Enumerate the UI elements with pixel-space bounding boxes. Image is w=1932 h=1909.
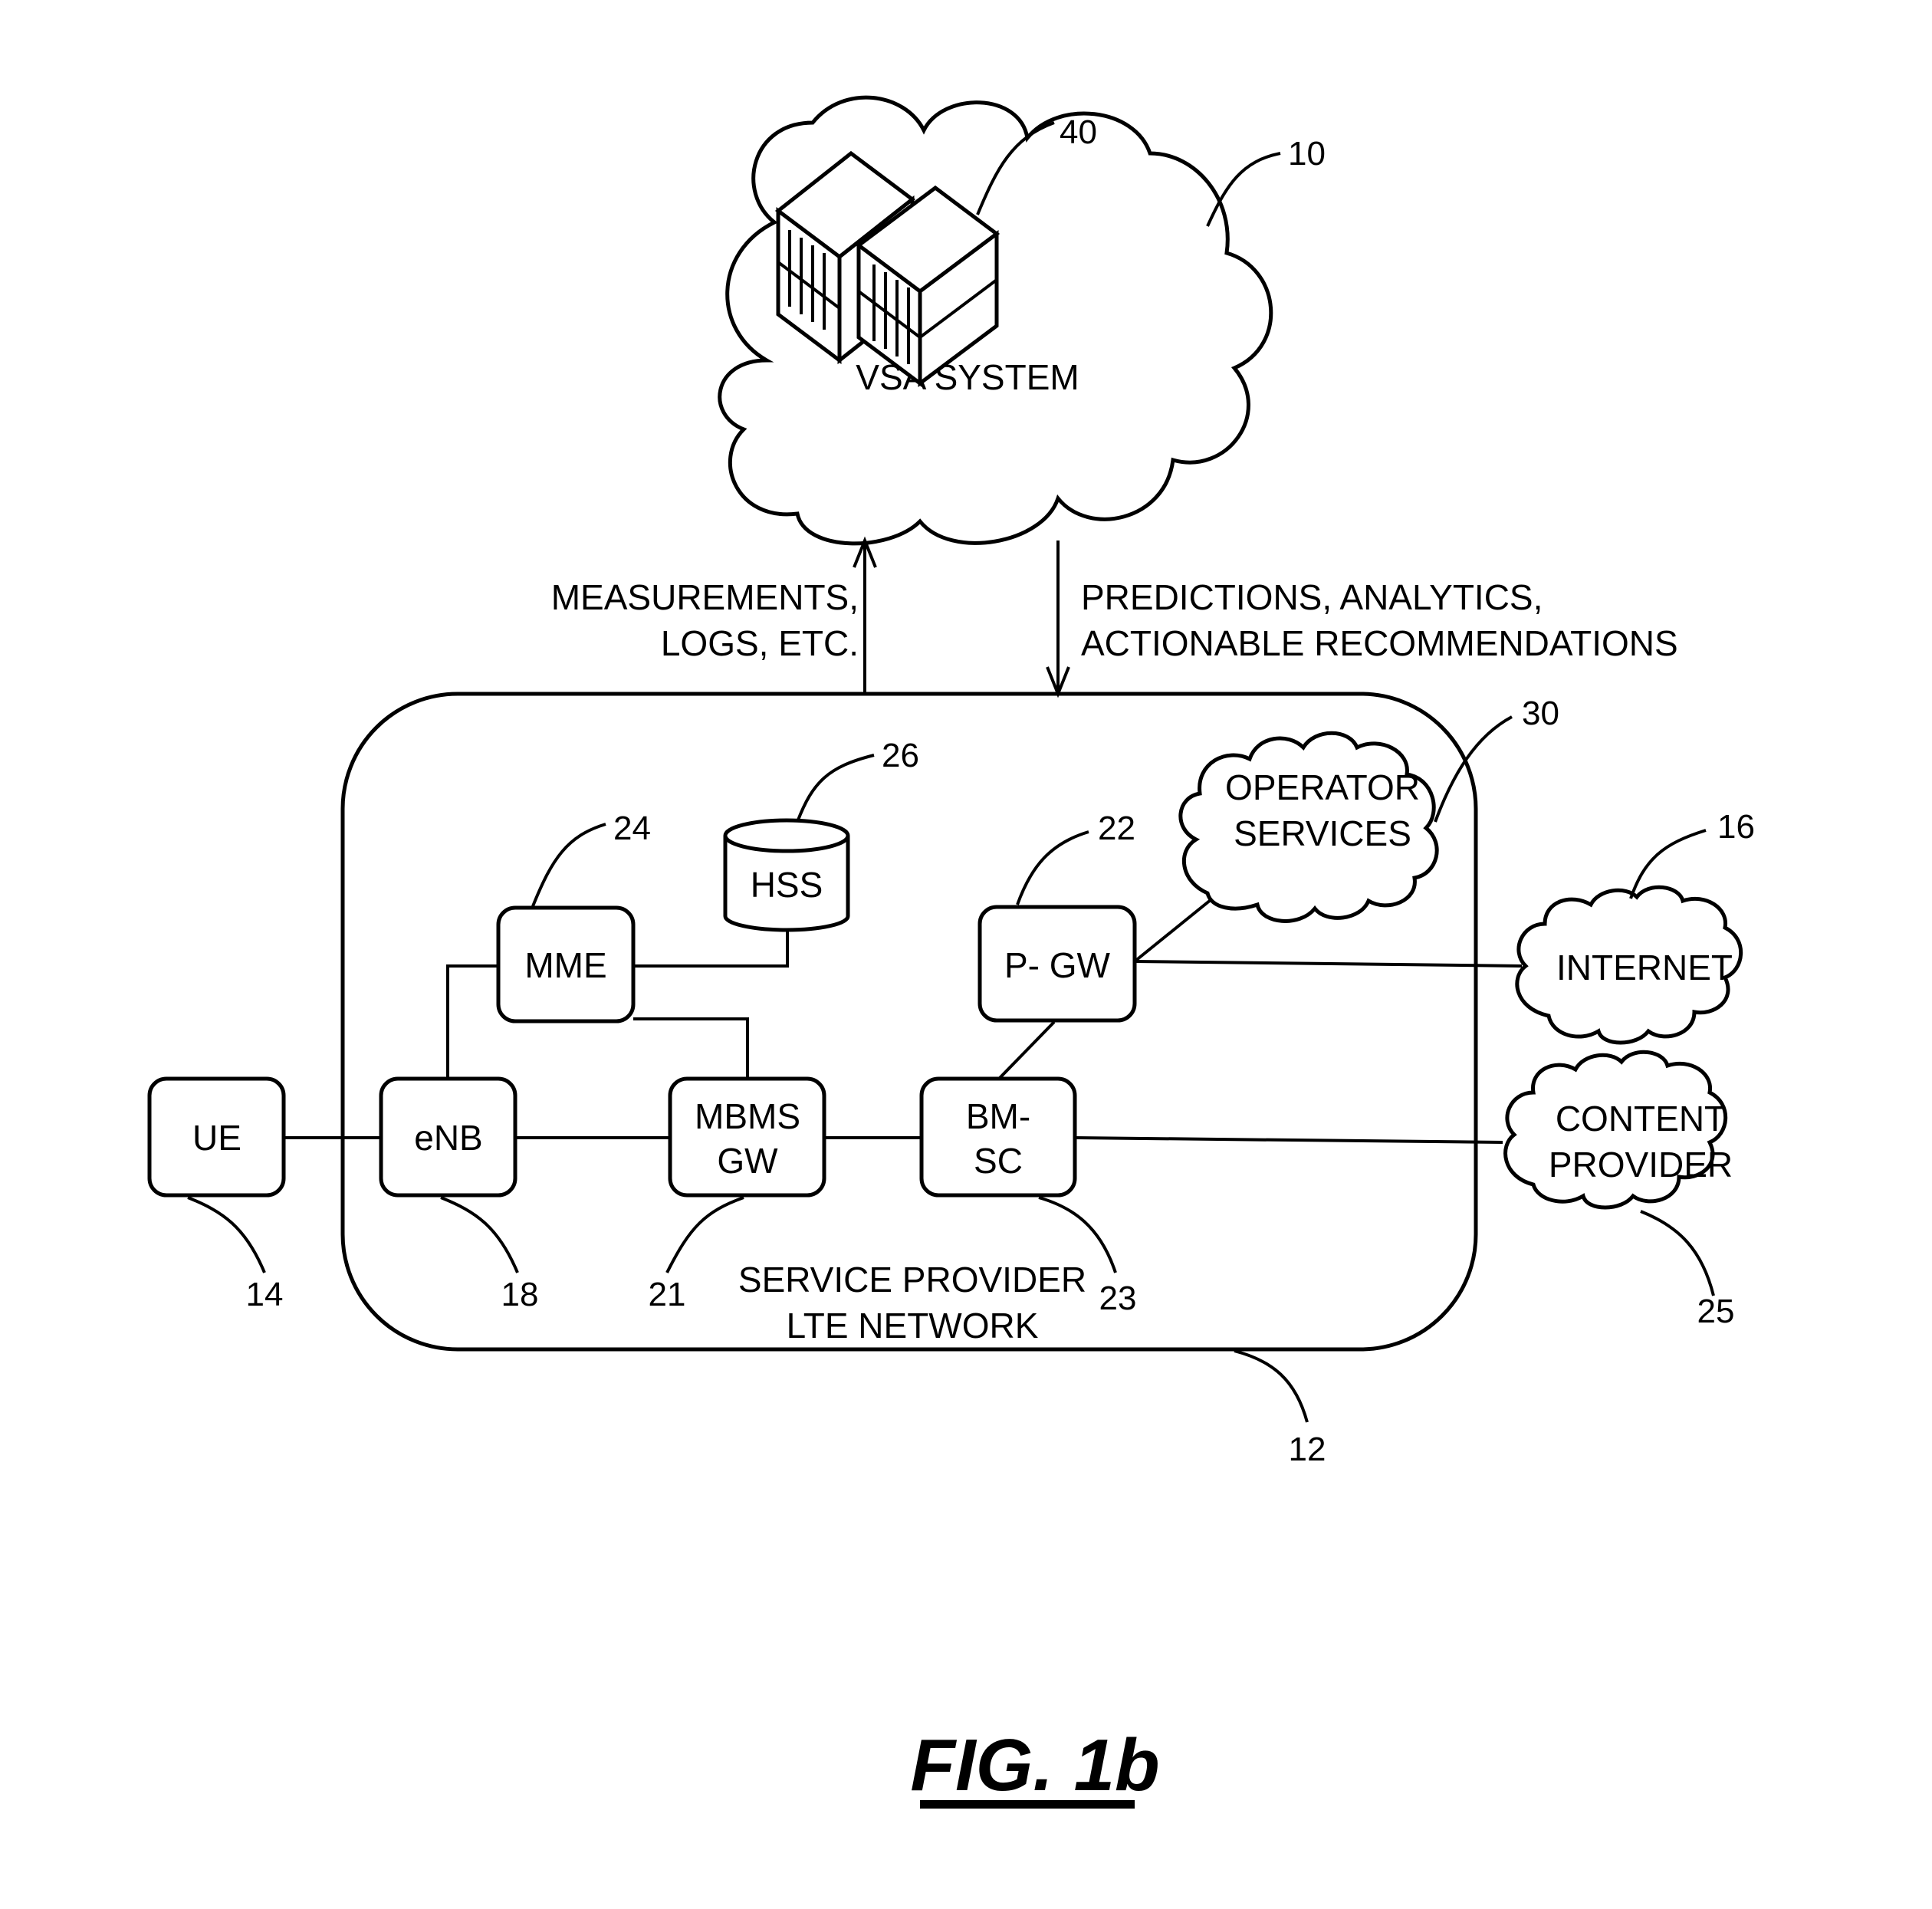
operator-services-cloud[interactable]: OPERATOR SERVICES — [1178, 731, 1439, 923]
bm-sc-node[interactable]: BM- SC — [919, 1076, 1077, 1198]
network-label-1: SERVICE PROVIDER — [738, 1260, 1086, 1300]
hss-label: HSS — [751, 865, 823, 905]
ref-10: 10 — [1288, 135, 1326, 172]
ref-22: 22 — [1098, 810, 1135, 847]
mbms-label-2: GW — [717, 1141, 778, 1181]
diagram-canvas: VSA SYSTEM 40 10 MEASUREMENTS, LOGS, ETC… — [147, 95, 1755, 1809]
p-gw-node[interactable]: P- GW — [978, 905, 1137, 1023]
ue-label: UE — [192, 1118, 242, 1158]
mbms-label-1: MBMS — [695, 1096, 800, 1136]
operator-label-2: SERVICES — [1234, 813, 1411, 853]
leader-25 — [1640, 1210, 1715, 1296]
mme-label: MME — [524, 945, 606, 985]
enb-node[interactable]: eNB — [379, 1076, 518, 1198]
leader-12 — [1234, 1349, 1309, 1423]
ref-12: 12 — [1289, 1431, 1326, 1468]
ref-26: 26 — [882, 737, 919, 774]
leader-14 — [187, 1196, 266, 1273]
bmsc-label-1: BM- — [966, 1096, 1030, 1136]
ref-24: 24 — [613, 810, 651, 847]
figure-title-underline — [920, 1800, 1135, 1809]
internet-cloud[interactable]: INTERNET — [1515, 885, 1743, 1045]
network-label-2: LTE NETWORK — [787, 1306, 1039, 1346]
measurements-arrow — [853, 536, 877, 694]
vsa-system-label: VSA SYSTEM — [856, 357, 1079, 397]
hss-database[interactable]: HSS — [723, 818, 850, 932]
ue-node[interactable]: UE — [147, 1076, 286, 1198]
leader-24 — [531, 823, 606, 907]
ref-25: 25 — [1697, 1293, 1735, 1330]
ref-16: 16 — [1717, 808, 1755, 846]
leader-26 — [796, 754, 875, 823]
ref-23: 23 — [1099, 1280, 1137, 1317]
ref-30: 30 — [1522, 695, 1559, 732]
operator-label-1: OPERATOR — [1225, 767, 1420, 807]
leader-22 — [1016, 830, 1089, 905]
pgw-label: P- GW — [1004, 945, 1111, 985]
predictions-label-1: PREDICTIONS, ANALYTICS, — [1081, 577, 1543, 617]
content-label-2: PROVIDER — [1549, 1145, 1733, 1184]
bmsc-label-2: SC — [974, 1141, 1023, 1181]
predictions-arrow — [1046, 540, 1070, 698]
content-label-1: CONTENT — [1556, 1099, 1726, 1138]
leader-18 — [440, 1196, 519, 1273]
figure-title: FIG. 1b — [910, 1724, 1159, 1806]
internet-label: INTERNET — [1556, 948, 1733, 987]
ref-14: 14 — [246, 1276, 284, 1313]
ref-40: 40 — [1060, 113, 1097, 151]
ref-18: 18 — [501, 1276, 539, 1313]
ref-21: 21 — [649, 1276, 686, 1313]
mbms-gw-node[interactable]: MBMS GW — [668, 1076, 826, 1198]
leader-21 — [665, 1196, 744, 1273]
content-provider-cloud[interactable]: CONTENT PROVIDER — [1503, 1050, 1733, 1210]
measurements-label-2: LOGS, ETC. — [661, 623, 859, 663]
mme-node[interactable]: MME — [496, 905, 636, 1024]
measurements-label-1: MEASUREMENTS, — [551, 577, 859, 617]
enb-label: eNB — [414, 1118, 482, 1158]
predictions-label-2: ACTIONABLE RECOMMENDATIONS — [1081, 623, 1678, 663]
